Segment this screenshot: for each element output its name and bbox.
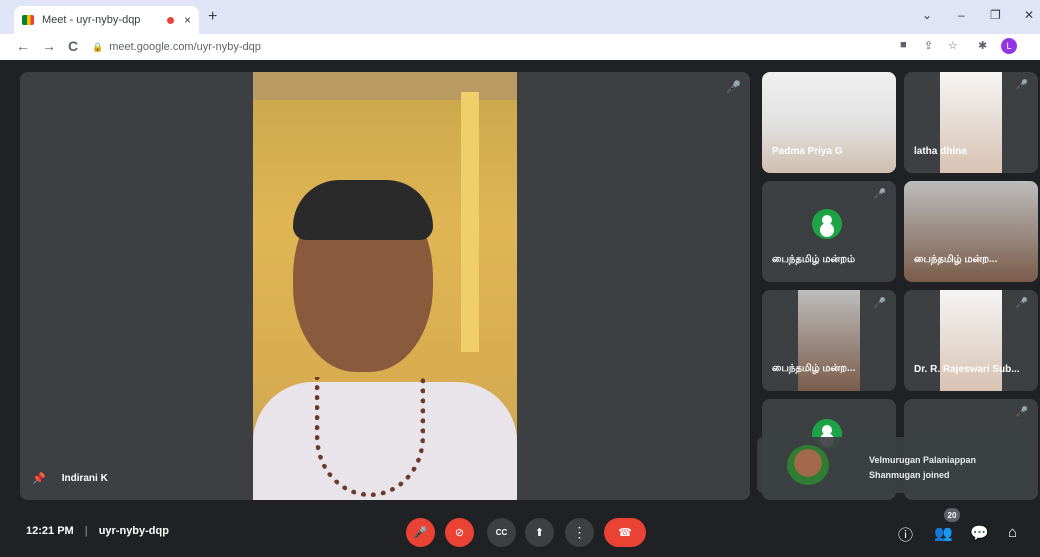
participant-video <box>904 181 1038 282</box>
close-window-button[interactable]: ✕ <box>1024 8 1034 22</box>
meeting-details: 12:21 PM | uyr-nyby-dqp <box>26 525 169 537</box>
share-icon[interactable]: ⇪ <box>924 39 933 52</box>
notification-line1: Velmurugan Palaniappan <box>869 455 977 465</box>
participant-tile[interactable]: பைந்தமிழ் மன்ற... <box>904 181 1038 282</box>
notification-line2: Shanmugan joined <box>869 470 950 480</box>
participant-name: பைந்தமிழ் மன்ற... <box>914 254 998 265</box>
videocam-off-icon: ⊘ <box>454 527 465 539</box>
browser-tab-strip: Meet - uyr-nyby-dqp × + ⌄ – ❐ ✕ <box>0 0 1040 34</box>
join-notification: Velmurugan Palaniappan Shanmugan joined <box>757 437 1030 493</box>
back-button[interactable]: ← <box>16 38 30 54</box>
leave-call-button[interactable]: ☎ <box>604 518 646 547</box>
control-bar: 12:21 PM | uyr-nyby-dqp 🎤 ⊘ CC ⬆ ⋮ ☎ ⓘ 2… <box>0 508 1040 557</box>
tab-close-button[interactable]: × <box>184 13 191 27</box>
participant-name: பைந்தமிழ் மன்றம் <box>772 254 856 265</box>
mic-toggle-button[interactable]: 🎤 <box>406 518 435 547</box>
captions-icon: CC <box>495 528 508 537</box>
participant-video <box>940 72 1002 173</box>
mic-muted-icon: 🎤 <box>873 189 886 200</box>
chat-icon[interactable]: 💬 <box>970 524 989 542</box>
minimize-button[interactable]: – <box>958 8 965 22</box>
main-speaker-tile[interactable]: 🎤 📌 Indirani K <box>20 72 750 500</box>
participant-name: Padma Priya G <box>772 146 843 157</box>
recording-dot-icon <box>166 16 174 24</box>
present-button[interactable]: ⬆ <box>525 518 554 547</box>
participant-name: Dr. R. Rajeswari Sub... <box>914 364 1020 375</box>
forward-button[interactable]: → <box>42 38 56 54</box>
mic-muted-icon: 🎤 <box>1015 80 1028 91</box>
participant-tile[interactable]: 🎤 பைந்தமிழ் மன்றம் <box>762 181 896 282</box>
speaker-video <box>253 72 517 500</box>
extensions-icon[interactable]: ✱ <box>978 39 987 52</box>
speaker-name-label: Indirani K <box>61 473 108 484</box>
main-speaker-name: 📌 Indirani K <box>32 472 108 485</box>
participant-video <box>940 290 1002 391</box>
meet-window: 🎤 📌 Indirani K Padma Priya G 🎤 latha dhi… <box>0 60 1040 557</box>
participant-tile[interactable]: 🎤 latha dhina <box>904 72 1038 173</box>
mic-muted-icon: 🎤 <box>873 298 886 309</box>
tab-title: Meet - uyr-nyby-dqp <box>42 14 141 26</box>
bookmark-star-icon[interactable]: ☆ <box>948 39 958 52</box>
participant-tile[interactable]: 🎤 பைந்தமிழ் மன்ற... <box>762 290 896 391</box>
camera-toggle-button[interactable]: ⊘ <box>445 518 474 547</box>
maximize-button[interactable]: ❐ <box>990 8 1001 22</box>
default-avatar-icon <box>812 209 842 239</box>
participant-name: latha dhina <box>914 146 967 157</box>
meeting-code: uyr-nyby-dqp <box>98 525 169 537</box>
call-end-icon: ☎ <box>618 527 632 539</box>
mic-muted-icon: 🎤 <box>726 80 741 94</box>
clock-time: 12:21 PM <box>26 525 74 537</box>
mic-off-icon: 🎤 <box>413 527 428 539</box>
mic-muted-icon: 🎤 <box>1015 407 1028 418</box>
url-field[interactable]: 🔒 meet.google.com/uyr-nyby-dqp <box>92 37 892 57</box>
more-options-button[interactable]: ⋮ <box>565 518 594 547</box>
reload-button[interactable]: C <box>68 38 78 54</box>
address-bar-row: ← → C 🔒 meet.google.com/uyr-nyby-dqp ■ ⇪… <box>0 34 1040 60</box>
info-icon[interactable]: ⓘ <box>898 524 913 545</box>
browser-tab-meet[interactable]: Meet - uyr-nyby-dqp × <box>14 6 199 34</box>
participant-tile[interactable]: Padma Priya G <box>762 72 896 173</box>
profile-avatar[interactable]: L <box>1001 38 1017 54</box>
participant-video <box>762 72 896 173</box>
cast-icon[interactable]: ■ <box>900 39 907 51</box>
participant-name: பைந்தமிழ் மன்ற... <box>772 363 856 374</box>
activities-icon[interactable]: ⌂ <box>1008 524 1017 541</box>
joiner-avatar <box>787 445 829 485</box>
participant-count-badge: 20 <box>944 508 960 522</box>
mic-muted-icon: 🎤 <box>1015 298 1028 309</box>
tab-search-icon[interactable]: ⌄ <box>922 8 932 22</box>
lock-icon: 🔒 <box>92 41 104 52</box>
more-vert-icon: ⋮ <box>572 524 587 540</box>
participant-tile[interactable]: 🎤 Dr. R. Rajeswari Sub... <box>904 290 1038 391</box>
pin-icon[interactable]: 📌 <box>32 472 46 485</box>
captions-button[interactable]: CC <box>487 518 516 547</box>
participant-video <box>798 290 860 391</box>
present-icon: ⬆ <box>534 527 545 539</box>
meet-favicon-icon <box>22 15 34 25</box>
people-icon[interactable]: 👥 <box>934 524 953 542</box>
new-tab-button[interactable]: + <box>208 8 217 26</box>
url-text: meet.google.com/uyr-nyby-dqp <box>109 41 261 53</box>
